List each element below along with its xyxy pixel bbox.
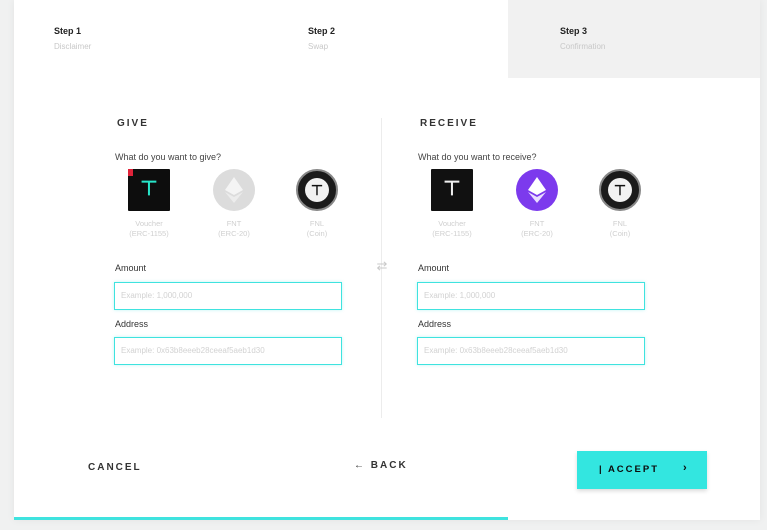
placeholder: Example: 0x63b8eeeb28ceeaf5aeb1d30 (424, 346, 568, 355)
step-subtitle: Confirmation (560, 42, 606, 51)
step-title: Step 1 (54, 26, 82, 36)
swap-card: Step 1 Disclaimer Step 2 Swap Step 3 Con… (14, 0, 760, 520)
token-label: FNT (ERC-20) (218, 219, 250, 238)
ethereum-icon (516, 169, 558, 211)
receive-token-voucher[interactable]: ⊤ Voucher (ERC-1155) (417, 169, 487, 239)
step-subtitle: Disclaimer (54, 42, 92, 51)
give-address-input[interactable]: Example: 0x63b8eeeb28ceeaf5aeb1d30 (114, 337, 342, 365)
give-token-voucher[interactable]: ⊤ Voucher (ERC-1155) (114, 169, 184, 239)
token-label: Voucher (ERC-1155) (129, 219, 169, 238)
placeholder: Example: 1,000,000 (121, 291, 193, 300)
token-label: FNL (Coin) (609, 219, 631, 238)
progress-bar (14, 517, 508, 520)
step-subtitle: Swap (308, 42, 329, 51)
placeholder: Example: 0x63b8eeeb28ceeaf5aeb1d30 (121, 346, 265, 355)
give-amount-label: Amount (115, 263, 147, 273)
receive-amount-label: Amount (418, 263, 450, 273)
give-token-list: ⊤ Voucher (ERC-1155) FNT (ERC-20) ⊤ FNL … (114, 169, 354, 249)
step-title: Step 3 (560, 26, 588, 36)
placeholder: Example: 1,000,000 (424, 291, 496, 300)
swap-arrows-icon[interactable]: ⇄ (370, 258, 394, 274)
back-button[interactable]: ← BACK (354, 460, 408, 471)
give-heading: GIVE (117, 118, 149, 129)
step-2[interactable]: Step 2 Swap (254, 0, 508, 78)
cancel-button[interactable]: CANCEL (88, 462, 142, 473)
accept-label: | ACCEPT (599, 464, 660, 475)
give-amount-input[interactable]: Example: 1,000,000 (114, 282, 342, 310)
chevron-right-icon: › (683, 462, 687, 474)
receive-address-input[interactable]: Example: 0x63b8eeeb28ceeaf5aeb1d30 (417, 337, 645, 365)
receive-heading: RECEIVE (420, 118, 478, 129)
receive-token-fnt-selected[interactable]: FNT (ERC-20) (502, 169, 572, 239)
accept-button[interactable]: | ACCEPT › (577, 451, 707, 489)
receive-address-label: Address (418, 319, 452, 329)
ethereum-icon (213, 169, 255, 211)
step-1[interactable]: Step 1 Disclaimer (14, 0, 254, 78)
coin-icon: ⊤ (599, 169, 641, 211)
step-3-active[interactable]: Step 3 Confirmation (508, 0, 760, 78)
token-label: Voucher (ERC-1155) (432, 219, 472, 238)
receive-token-fnl[interactable]: ⊤ FNL (Coin) (585, 169, 655, 239)
token-label: FNT (ERC-20) (521, 219, 553, 238)
receive-question: What do you want to receive? (418, 152, 537, 162)
coin-icon: ⊤ (296, 169, 338, 211)
receive-amount-input[interactable]: Example: 1,000,000 (417, 282, 645, 310)
step-title: Step 2 (308, 26, 336, 36)
receive-token-list: ⊤ Voucher (ERC-1155) FNT (ERC-20) ⊤ FNL … (417, 169, 657, 249)
voucher-icon: ⊤ (431, 169, 473, 211)
voucher-icon: ⊤ (128, 169, 170, 211)
token-label: FNL (Coin) (306, 219, 328, 238)
give-question: What do you want to give? (115, 152, 222, 162)
give-address-label: Address (115, 319, 149, 329)
give-token-fnt[interactable]: FNT (ERC-20) (199, 169, 269, 239)
stepper: Step 1 Disclaimer Step 2 Swap Step 3 Con… (14, 0, 760, 78)
give-token-fnl[interactable]: ⊤ FNL (Coin) (282, 169, 352, 239)
